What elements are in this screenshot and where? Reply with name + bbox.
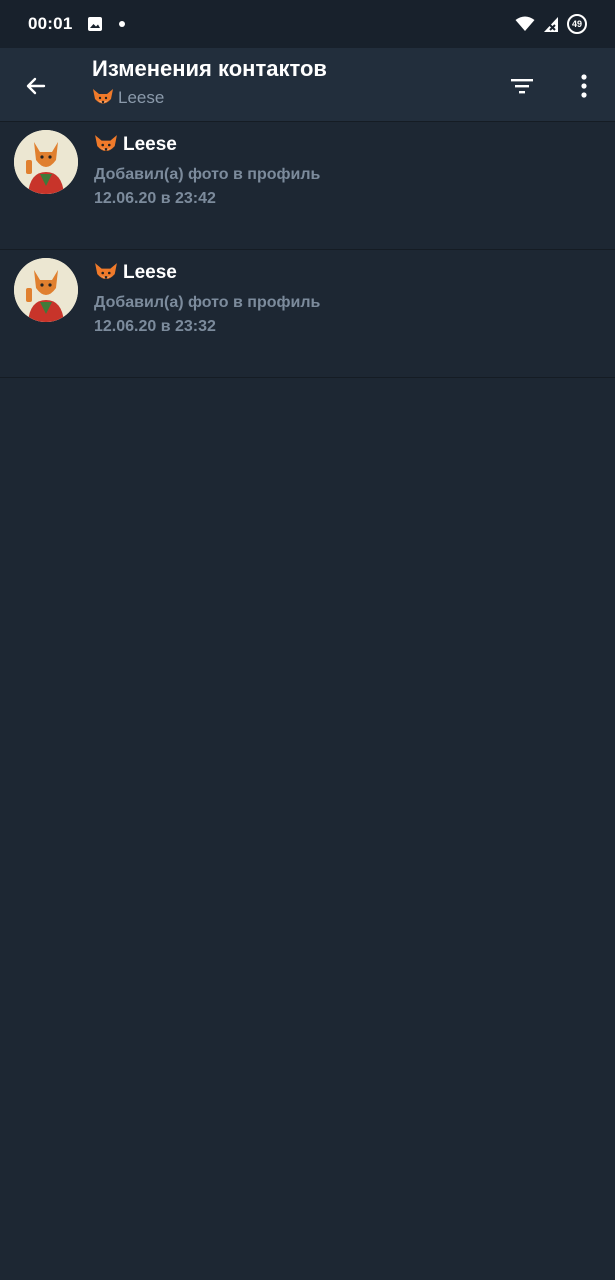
list-item-text: Leese Добавил(а) фото в профиль 12.06.20… — [94, 262, 320, 336]
fox-avatar-icon — [14, 130, 78, 194]
page-subtitle: Leese — [92, 88, 327, 108]
signal-icon — [544, 17, 558, 32]
event-action: Добавил(а) фото в профиль — [94, 166, 321, 183]
subtitle-text: Leese — [118, 88, 165, 107]
contact-changes-list: Leese Добавил(а) фото в профиль 12.06.20… — [0, 122, 615, 378]
back-arrow-icon — [26, 77, 46, 95]
event-date: 12.06.20 в 23:42 — [94, 190, 216, 207]
more-vert-icon — [581, 74, 587, 98]
notification-dot-icon — [119, 21, 126, 27]
page-title: Изменения контактов — [92, 56, 327, 81]
fox-avatar-icon — [14, 258, 78, 322]
list-item[interactable]: Leese Добавил(а) фото в профиль 12.06.20… — [0, 250, 615, 378]
image-icon — [88, 17, 103, 31]
app-bar: Изменения контактов Leese — [0, 48, 615, 122]
fox-emoji-icon — [95, 263, 117, 279]
status-bar: 00:01 49 — [0, 0, 615, 48]
contact-name-text: Leese — [123, 262, 177, 283]
list-item[interactable]: Leese Добавил(а) фото в профиль 12.06.20… — [0, 122, 615, 250]
avatar[interactable] — [14, 258, 78, 322]
contact-name-text: Leese — [123, 134, 177, 155]
battery-level: 49 — [571, 19, 582, 29]
event-date: 12.06.20 в 23:32 — [94, 318, 216, 335]
fox-emoji-icon — [93, 89, 113, 104]
list-item-text: Leese Добавил(а) фото в профиль 12.06.20… — [94, 134, 320, 208]
more-options-button[interactable] — [562, 64, 606, 108]
wifi-icon — [515, 16, 535, 31]
back-button[interactable] — [14, 64, 58, 108]
contact-name: Leese — [94, 134, 320, 156]
status-time: 00:01 — [28, 14, 73, 33]
title-block: Изменения контактов Leese — [92, 56, 327, 108]
contact-name: Leese — [94, 262, 320, 284]
filter-icon — [511, 79, 533, 94]
event-action: Добавил(а) фото в профиль — [94, 294, 321, 311]
fox-emoji-icon — [95, 135, 117, 151]
status-icons: 49 — [515, 14, 587, 34]
battery-icon: 49 — [567, 14, 587, 34]
avatar[interactable] — [14, 130, 78, 194]
filter-button[interactable] — [500, 64, 544, 108]
